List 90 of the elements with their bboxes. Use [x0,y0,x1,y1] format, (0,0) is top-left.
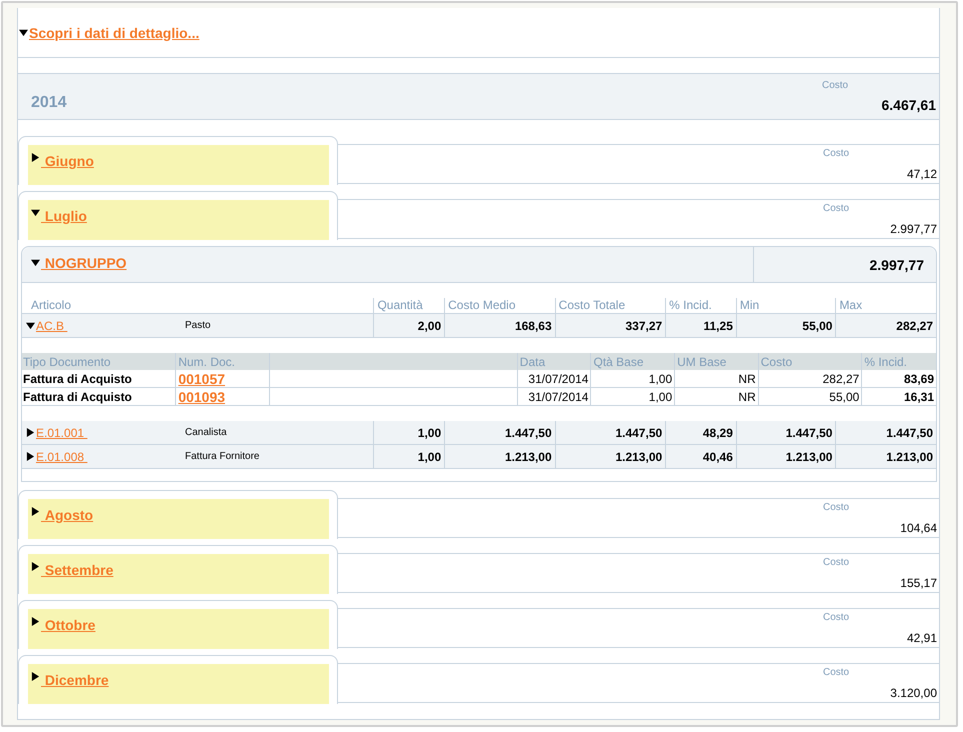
cost-label: Costo [822,502,850,513]
table-cell: 2,00 [373,314,444,337]
column-header: % Incid. [665,298,736,313]
month-header[interactable]: Ottobre [28,609,329,649]
article-description: Pasto [185,320,211,331]
month-header[interactable]: Luglio [28,200,329,240]
cost-label: Costo [822,148,850,159]
caret-right-icon [31,562,40,571]
month-cost: 3.120,00 [889,686,937,700]
table-cell: 1,00 [590,370,674,387]
table-cell: 337,27 [554,314,666,337]
table-cell: 282,27 [758,370,862,387]
table-cell: 168,63 [444,314,555,337]
cost-label: Costo [822,557,850,568]
table-cell: 1.447,50 [736,421,836,444]
column-header: Tipo Documento [22,354,112,370]
month-link[interactable]: Luglio [41,208,87,224]
caret-right-icon [31,153,40,162]
table-cell: 83,69 [861,370,936,387]
month-cost: 47,12 [906,167,937,181]
month-header[interactable]: Giugno [28,145,329,185]
column-header: Quantità [373,298,444,313]
column-header: Articolo [30,298,72,313]
table-cell: 1.213,00 [554,445,666,468]
caret-right-icon [31,672,40,681]
month-cost: 155,17 [899,576,937,590]
caret-right-icon[interactable] [26,428,35,437]
column-header: Costo Medio [444,298,555,313]
month-header[interactable]: Settembre [28,554,329,594]
table-cell: 282,27 [835,314,936,337]
article-code-link[interactable]: E.01.001 [36,426,185,440]
table-cell: 1.447,50 [835,421,936,444]
month-link[interactable]: Settembre [41,562,114,578]
month-cost: 104,64 [899,521,937,535]
column-header: Costo [758,353,862,370]
column-header: Num. Doc. [175,353,269,370]
table-cell: 31/07/2014 [516,370,590,387]
month-link[interactable]: Giugno [41,153,94,169]
table-cell: NR [674,388,758,405]
table-cell: 1.213,00 [444,445,555,468]
table-cell: 16,31 [861,388,936,405]
group-total: 2.997,77 [870,256,924,272]
column-header: Costo Totale [554,298,666,313]
table-cell: 1,00 [373,445,444,468]
cost-label: Costo [822,667,850,678]
document-number-link[interactable]: 001057 [178,370,226,386]
document-number-link[interactable]: 001093 [178,388,226,404]
column-header: % Incid. [861,353,936,370]
table-cell: 31/07/2014 [516,388,590,405]
column-header: Max [835,298,936,313]
table-cell: NR [674,370,758,387]
caret-down-icon[interactable] [26,321,35,330]
table-cell: 1.447,50 [444,421,555,444]
month-link[interactable]: Agosto [41,507,94,523]
article-code-link[interactable]: AC.B [36,318,185,332]
month-link[interactable]: Ottobre [41,617,96,633]
article-description: Canalista [185,427,227,438]
month-header[interactable]: Dicembre [28,664,329,704]
column-header: Data [516,353,590,370]
article-code-link[interactable]: E.01.008 [36,450,185,464]
cost-label: Costo [822,612,850,623]
table-cell-text: Fattura di Acquisto [22,388,133,405]
article-description: Fattura Fornitore [185,451,260,462]
column-header: UM Base [674,353,758,370]
caret-right-icon[interactable] [26,452,35,461]
year-cost: 6.467,61 [880,97,936,113]
table-cell: 55,00 [758,388,862,405]
table-cell: 48,29 [665,421,736,444]
caret-down-icon [31,208,40,217]
table-cell: 40,46 [665,445,736,468]
table-cell: 1,00 [373,421,444,444]
column-header: Min [736,298,836,313]
month-cost: 42,91 [906,631,937,645]
table-cell: 1,00 [590,388,674,405]
month-link[interactable]: Dicembre [41,672,109,688]
month-header[interactable]: Agosto [28,499,329,539]
table-cell: 11,25 [665,314,736,337]
year-label: 2014 [31,94,67,112]
column-header: Qtà Base [590,353,674,370]
caret-right-icon [31,617,40,626]
table-cell-text: Fattura di Acquisto [22,370,133,387]
table-cell: 1.447,50 [554,421,666,444]
caret-right-icon [31,507,40,516]
group-link[interactable]: NOGRUPPO [41,254,127,270]
cost-label: Costo [822,203,850,214]
table-cell: 1.213,00 [835,445,936,468]
month-cost: 2.997,77 [889,222,937,236]
table-cell: 55,00 [736,314,836,337]
table-cell: 1.213,00 [736,445,836,468]
cost-label: Costo [821,80,850,91]
